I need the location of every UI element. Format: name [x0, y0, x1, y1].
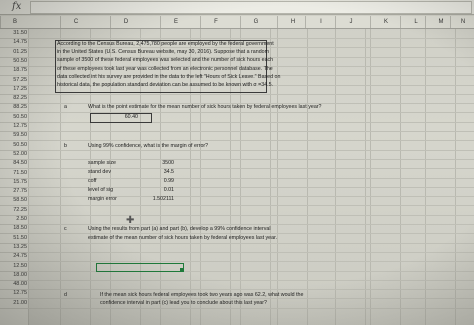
formula-bar: fx	[0, 0, 474, 15]
row-gridline	[0, 261, 474, 262]
column-a-cell[interactable]: 57.25	[0, 77, 27, 84]
selected-cell[interactable]	[96, 263, 184, 272]
column-a-cell[interactable]: 59.50	[0, 132, 27, 139]
intro-line: data collected int his survey are provid…	[57, 74, 281, 80]
column-header-e[interactable]: E	[160, 16, 191, 28]
stat-name: margin error	[88, 196, 117, 202]
part-a-label: a	[64, 104, 67, 110]
row-gridline	[0, 243, 474, 244]
column-header-f[interactable]: F	[200, 16, 231, 28]
column-a-cell[interactable]: 88.25	[0, 104, 27, 111]
row-gridline	[0, 289, 474, 290]
stat-name: level of sig	[88, 187, 114, 193]
stat-name: coff	[88, 178, 97, 184]
part-c-label: c	[64, 226, 67, 232]
column-a-cell[interactable]: 13.25	[0, 244, 27, 251]
row-gridline	[0, 252, 474, 253]
stat-value: 1.502111	[152, 196, 174, 202]
column-a-cell[interactable]: 15.75	[0, 179, 27, 186]
column-header-d[interactable]: D	[110, 16, 141, 28]
intro-line: of these employees took last year was co…	[57, 66, 273, 72]
row-gridline	[0, 178, 474, 179]
row-gridline	[0, 187, 474, 188]
row-gridline	[0, 131, 474, 132]
column-header-g[interactable]: G	[240, 16, 271, 28]
stat-name: stand dev	[88, 169, 111, 175]
column-a-cell[interactable]: 51.50	[0, 235, 27, 242]
column-a-cell[interactable]: 01.25	[0, 49, 27, 56]
plus-cursor-icon: ✚	[126, 215, 135, 226]
spreadsheet-screen: fx B C D E F G H I J K L M N 31.50 14.75 0…	[0, 0, 474, 325]
column-a-cell[interactable]: 14.75	[0, 39, 27, 46]
part-b-label: b	[64, 143, 67, 149]
stat-value: 3500	[162, 160, 174, 166]
column-a-cell[interactable]: 21.00	[0, 300, 27, 307]
column-a-cell[interactable]: 24.75	[0, 253, 27, 260]
part-c-line: Using the results from part (a) and part…	[88, 226, 271, 232]
column-header-b[interactable]: B	[0, 16, 29, 28]
row-gridline	[0, 112, 474, 113]
row-gridline	[0, 150, 474, 151]
column-a-cell[interactable]: 84.50	[0, 160, 27, 167]
part-a-question: What is the point estimate for the mean …	[88, 104, 322, 110]
row-gridline	[0, 280, 474, 281]
part-d-line: If the mean sick hours federal employees…	[100, 292, 304, 298]
row-gridline	[0, 196, 474, 197]
intro-line: in the United States (U.S. Census Bureau…	[57, 49, 269, 55]
fx-icon[interactable]: fx	[12, 0, 21, 14]
stat-value: 34.5	[163, 169, 174, 175]
stat-value: 0.99	[163, 178, 174, 184]
column-a-cell[interactable]: 82.25	[0, 95, 27, 102]
intro-line: historical data, the population standard…	[57, 82, 274, 88]
fill-handle[interactable]	[180, 268, 184, 272]
row-gridline	[0, 271, 474, 272]
column-a-cell[interactable]: 72.25	[0, 207, 27, 214]
column-header-i[interactable]: I	[305, 16, 336, 28]
column-a-cell[interactable]: 12.75	[0, 290, 27, 297]
column-a-cell[interactable]: 50.50	[0, 114, 27, 121]
part-a-answer: 60.40	[124, 114, 138, 120]
column-a-cell[interactable]: 12.75	[0, 123, 27, 130]
column-a-cell[interactable]: 50.50	[0, 58, 27, 65]
column-a-cell[interactable]: 17.25	[0, 86, 27, 93]
row-gridline	[0, 122, 474, 123]
column-a-cell[interactable]: 50.50	[0, 142, 27, 149]
intro-line: According to the Census Bureau, 2,475,78…	[57, 41, 274, 47]
row-gridline	[0, 308, 474, 309]
formula-input[interactable]	[30, 1, 472, 14]
column-a-cell[interactable]: 18.75	[0, 67, 27, 74]
column-a-cell[interactable]: 71.50	[0, 170, 27, 177]
column-a-cell[interactable]: 12.50	[0, 263, 27, 270]
column-a-cell[interactable]: 58.50	[0, 197, 27, 204]
part-c-line: estimate of the mean number of sick hour…	[88, 235, 278, 241]
part-b-question: Using 99% confidence, what is the margin…	[88, 143, 209, 149]
column-header-h[interactable]: H	[277, 16, 308, 28]
column-header-c[interactable]: C	[60, 16, 91, 28]
part-d-label: d	[64, 292, 67, 298]
column-a-cell[interactable]: 18.00	[0, 272, 27, 279]
column-header: B C D E F G H I J K L M N	[0, 16, 474, 29]
column-header-k[interactable]: K	[370, 16, 401, 28]
stat-name: sample size	[88, 160, 116, 166]
stat-value: 0.01	[163, 187, 174, 193]
column-a-cell[interactable]: 31.50	[0, 30, 27, 37]
row-gridline	[0, 233, 474, 234]
column-a-cell[interactable]: 18.50	[0, 225, 27, 232]
column-a-cell[interactable]: 48.00	[0, 281, 27, 288]
row-gridline	[0, 38, 474, 39]
column-a-cell[interactable]: 52.00	[0, 151, 27, 158]
column-a-cell[interactable]: 27.75	[0, 188, 27, 195]
column-a-cell[interactable]: 2.50	[0, 216, 27, 223]
row-gridline	[0, 215, 474, 216]
row-gridline	[0, 159, 474, 160]
row-gridline	[0, 224, 474, 225]
part-d-line: confidence interval in part (c) lead you…	[100, 300, 267, 306]
row-gridline	[0, 205, 474, 206]
column-header-j[interactable]: J	[335, 16, 366, 28]
row-gridline	[0, 94, 474, 95]
row-gridline	[0, 168, 474, 169]
intro-line: sample of 3500 of these federal employee…	[57, 57, 274, 63]
column-header-n[interactable]: N	[450, 16, 474, 28]
row-gridline	[0, 140, 474, 141]
